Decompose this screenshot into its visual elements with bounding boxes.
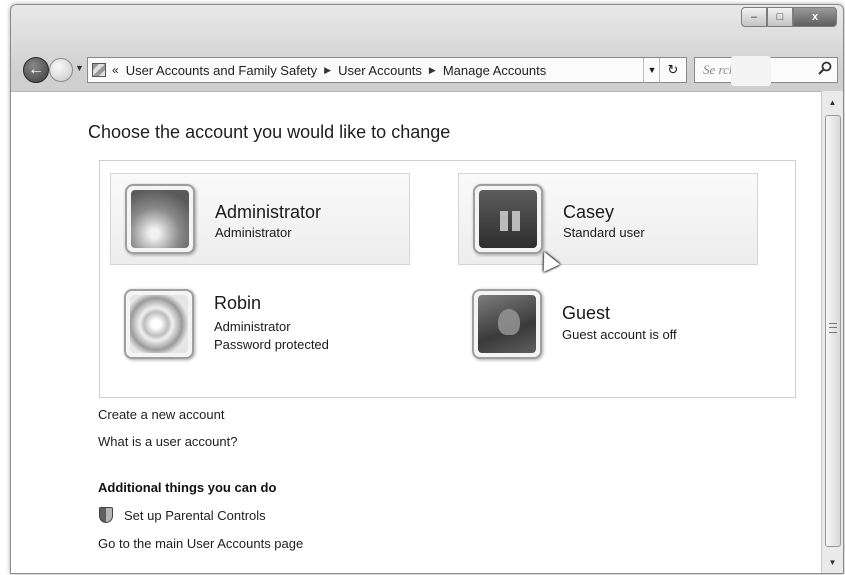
account-casey[interactable]: Casey Standard user: [458, 173, 758, 272]
breadcrumb-family-safety[interactable]: User Accounts and Family Safety: [126, 63, 317, 78]
breadcrumb-overflow[interactable]: «: [112, 63, 119, 77]
account-guest[interactable]: Guest Guest account is off: [458, 279, 758, 371]
account-type: Administrator: [215, 225, 292, 240]
back-button[interactable]: ←: [23, 57, 49, 83]
page-title: Choose the account you would like to cha…: [88, 122, 451, 142]
account-name: Administrator: [215, 202, 322, 222]
obscured-region: [731, 56, 771, 86]
chessboard-picture: [479, 190, 537, 248]
what-is-account-link[interactable]: What is a user account?: [98, 434, 237, 449]
grip-icon: [829, 323, 837, 333]
breadcrumb-manage-accounts[interactable]: Manage Accounts: [443, 63, 546, 78]
breadcrumb-user-accounts[interactable]: User Accounts: [338, 63, 422, 78]
search-input[interactable]: Se rch Co: [694, 56, 838, 86]
control-panel-icon: [92, 63, 106, 77]
close-button[interactable]: x: [793, 7, 837, 27]
additional-heading: Additional things you can do: [98, 480, 277, 495]
vertical-scrollbar[interactable]: ▲ ▼: [821, 91, 843, 573]
refresh-button[interactable]: ↻: [659, 58, 686, 82]
satellite-dish-picture: [130, 295, 188, 353]
account-picture: [124, 289, 194, 359]
create-account-link[interactable]: Create a new account: [98, 407, 224, 422]
minimize-button[interactable]: –: [741, 7, 767, 27]
account-robin[interactable]: Robin Administrator Password protected: [110, 279, 410, 371]
address-dropdown-button[interactable]: ▼: [643, 58, 660, 82]
scroll-down-button[interactable]: ▼: [822, 553, 843, 571]
recent-pages-dropdown[interactable]: ▼: [75, 63, 84, 73]
explorer-window: – □ x ← ▼ « User Accounts and Family Saf…: [10, 4, 844, 574]
guest-picture: [478, 295, 536, 353]
maximize-button[interactable]: □: [767, 7, 793, 27]
account-picture: [472, 289, 542, 359]
parental-controls-link[interactable]: Set up Parental Controls: [124, 508, 266, 523]
address-bar[interactable]: « User Accounts and Family Safety ▶ User…: [87, 57, 687, 83]
search-icon[interactable]: [818, 61, 832, 80]
navigation-bar: ← ▼ « User Accounts and Family Safety ▶ …: [11, 53, 843, 87]
account-type: Administrator: [214, 319, 291, 334]
main-user-accounts-link[interactable]: Go to the main User Accounts page: [98, 536, 303, 551]
account-name: Guest: [562, 303, 611, 323]
account-password-status: Password protected: [214, 337, 329, 352]
account-type: Standard user: [563, 225, 645, 240]
account-administrator[interactable]: Administrator Administrator: [110, 173, 410, 265]
account-name: Casey: [563, 202, 615, 222]
forward-button[interactable]: [49, 58, 73, 82]
account-name: Robin: [214, 293, 262, 313]
content-area: Choose the account you would like to cha…: [11, 91, 821, 573]
caption-buttons: – □ x: [741, 7, 837, 29]
accounts-panel: Administrator Administrator Casey Standa…: [99, 160, 796, 398]
breadcrumb-separator[interactable]: ▶: [429, 65, 436, 76]
shield-icon: [99, 507, 113, 523]
scroll-up-button[interactable]: ▲: [822, 93, 843, 111]
account-picture: [473, 184, 543, 254]
breadcrumb-separator[interactable]: ▶: [324, 65, 331, 76]
scroll-thumb[interactable]: [825, 115, 841, 547]
account-picture: [125, 184, 195, 254]
account-status: Guest account is off: [562, 327, 677, 342]
daisy-picture: [131, 190, 189, 248]
